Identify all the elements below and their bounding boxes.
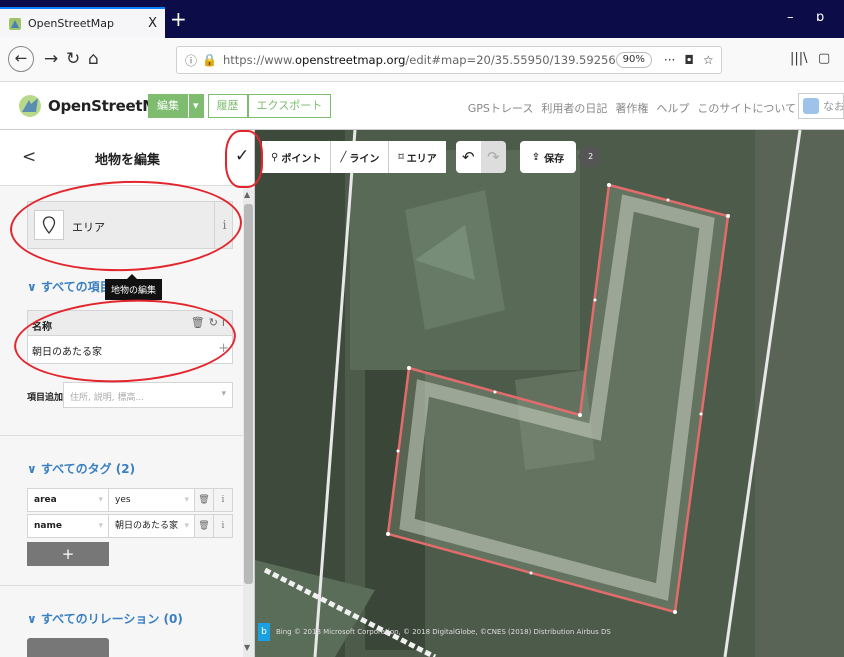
add-point-button[interactable]: ⚲ ポイント [262, 141, 332, 173]
section-all-tags[interactable]: ∨ すべてのタグ (2) [27, 460, 135, 477]
bookmark-star-icon[interactable]: ☆ [703, 53, 714, 67]
add-relation-button[interactable] [27, 638, 109, 657]
line-icon: ╱ [340, 151, 347, 163]
section-divider [0, 585, 243, 586]
add-tag-button[interactable]: + [27, 542, 109, 566]
tab-close-icon[interactable]: X [148, 16, 157, 31]
attribution-text[interactable]: Bing © 2018 Microsoft Corporation, © 201… [276, 628, 611, 636]
sidebar-toggle-icon[interactable]: ▢ [818, 51, 830, 66]
tag-delete-icon[interactable]: 🗑 [195, 514, 214, 538]
scroll-up-icon[interactable]: ▲ [244, 190, 250, 199]
add-field-label: 項目追加: [27, 393, 67, 403]
tag-delete-icon[interactable]: 🗑 [195, 488, 214, 512]
user-menu[interactable]: なおや [798, 93, 844, 119]
window-restore-button[interactable]: ɒ [816, 10, 824, 25]
add-field-combobox[interactable]: 住所, 説明, 標高... [63, 382, 233, 408]
save-count-badge: 2 [578, 147, 600, 167]
map-toolbar: ⚲ ポイント ╱ ライン ⌑ エリア ↶ ↷ ⇪ 保存 2 [262, 141, 600, 173]
pocket-icon[interactable]: ◘ [684, 53, 694, 67]
reload-icon[interactable]: ↻ [66, 49, 80, 69]
header-link-gps[interactable]: GPSトレース [468, 100, 534, 116]
sidebar-header: < 地物を編集 ✓ [0, 130, 254, 186]
undo-icon[interactable]: ↶ [455, 141, 481, 173]
lock-icon: 🔒 [202, 53, 217, 67]
bing-logo-icon: b [258, 623, 270, 641]
tooltip: 地物の編集 [105, 274, 163, 300]
header-link-about[interactable]: このサイトについて [697, 100, 796, 116]
area-icon: ⌑ [398, 151, 404, 163]
add-area-button[interactable]: ⌑ エリア [389, 141, 446, 173]
export-button[interactable]: エクスポート [247, 94, 332, 118]
map-canvas[interactable] [255, 130, 844, 657]
url-bar[interactable]: ⓘ 🔒 https://www.openstreetmap.org/edit#m… [176, 46, 722, 74]
sidebar-scrollbar[interactable]: ▲ ▼ [243, 188, 254, 657]
osm-header: OpenStreetMap 編集 ▾ 履歴 エクスポート GPSトレース 利用者… [0, 82, 844, 130]
add-field-row: 項目追加: 住所, 説明, 標高... [27, 382, 233, 410]
library-icon[interactable]: |||\ [790, 51, 808, 66]
save-button[interactable]: ⇪ 保存 [519, 141, 577, 173]
browser-tab-bar: OpenStreetMap X + – ɒ [0, 0, 844, 38]
red-annotation-circle [225, 130, 263, 188]
tag-key-input[interactable]: name [27, 514, 109, 538]
section-divider [0, 435, 243, 436]
tag-info-icon[interactable]: i [214, 488, 233, 512]
back-arrow-icon[interactable]: ← [8, 46, 34, 72]
osm-logo-icon [19, 95, 41, 117]
sidebar-title: 地物を編集 [94, 153, 160, 168]
avatar [803, 98, 819, 114]
undo-redo-group: ↶ ↷ [455, 141, 506, 173]
section-all-fields[interactable]: ∨ すべての項目 [27, 278, 112, 295]
page-actions-menu-icon[interactable]: ··· [664, 53, 675, 67]
tag-value-input[interactable]: 朝日のあたる家 [109, 514, 195, 538]
tag-row: name 朝日のあたる家 🗑 i [27, 514, 233, 538]
tag-row: area yes 🗑 i [27, 488, 233, 512]
tab-title: OpenStreetMap [28, 17, 115, 30]
site-info-icon[interactable]: ⓘ [185, 52, 197, 69]
redo-icon[interactable]: ↷ [480, 141, 506, 173]
tag-key-input[interactable]: area [27, 488, 109, 512]
user-name: なおや [823, 100, 844, 113]
add-line-button[interactable]: ╱ ライン [331, 141, 390, 173]
pin-icon: ⚲ [271, 151, 279, 163]
section-all-relations[interactable]: ∨ すべてのリレーション (0) [27, 610, 183, 627]
edit-dropdown-button[interactable]: ▾ [188, 94, 204, 118]
history-button[interactable]: 履歴 [207, 94, 248, 118]
new-tab-button[interactable]: + [170, 8, 187, 30]
header-links: GPSトレース 利用者の日記 著作権 ヘルプ このサイトについて [468, 100, 796, 116]
scroll-down-icon[interactable]: ▼ [244, 643, 250, 652]
browser-tab[interactable]: OpenStreetMap X [0, 7, 165, 38]
browser-nav-bar: ← → ↻ ⌂ ⓘ 🔒 https://www.openstreetmap.or… [0, 38, 844, 82]
tag-value-input[interactable]: yes [109, 488, 195, 512]
edit-button-group: 編集 ▾ 履歴 エクスポート [148, 94, 332, 118]
window-minimize-button[interactable]: – [787, 10, 794, 25]
scrollbar-thumb[interactable] [244, 204, 253, 584]
home-icon[interactable]: ⌂ [88, 49, 99, 69]
forward-arrow-icon[interactable]: → [44, 49, 58, 69]
osm-favicon-icon [9, 17, 21, 30]
upload-icon: ⇪ [531, 151, 541, 163]
header-link-diary[interactable]: 利用者の日記 [541, 100, 607, 116]
imagery-attribution: b Bing © 2018 Microsoft Corporation, © 2… [258, 623, 611, 641]
zoom-level-badge[interactable]: 90% [615, 52, 652, 68]
header-link-copyright[interactable]: 著作権 [615, 100, 648, 116]
header-link-help[interactable]: ヘルプ [656, 100, 689, 116]
draw-tools: ⚲ ポイント ╱ ライン ⌑ エリア [262, 141, 446, 173]
edit-button[interactable]: 編集 [148, 94, 188, 118]
satellite-imagery [255, 130, 844, 657]
tag-info-icon[interactable]: i [214, 514, 233, 538]
url-text[interactable]: https://www.openstreetmap.org/edit#map=2… [223, 53, 616, 67]
